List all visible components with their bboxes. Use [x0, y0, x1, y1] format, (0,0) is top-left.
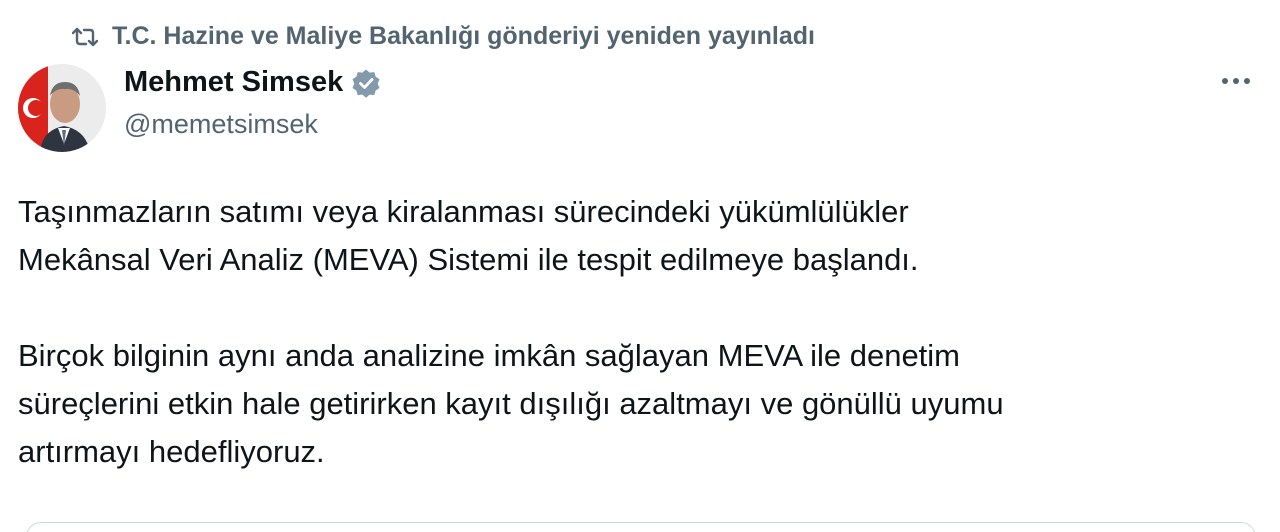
author-name[interactable]: Mehmet Simsek	[124, 66, 343, 99]
repost-text: T.C. Hazine ve Maliye Bakanlığı gönderiy…	[112, 22, 816, 50]
dot	[1244, 78, 1250, 84]
dot	[1233, 78, 1239, 84]
more-options-icon[interactable]	[1218, 74, 1254, 88]
repost-icon	[72, 26, 98, 48]
text-line: Birçok bilginin aynı anda analizine imkâ…	[18, 338, 961, 373]
dot	[1222, 78, 1228, 84]
text-line: süreçlerini etkin hale getirirken kayıt …	[18, 386, 1004, 421]
tweet[interactable]: T.C. Hazine ve Maliye Bakanlığı gönderiy…	[0, 0, 1280, 532]
verified-badge-icon	[351, 68, 381, 98]
tweet-text: Taşınmazların satımı veya kiralanması sü…	[18, 188, 1258, 476]
text-line: artırmayı hedefliyoruz.	[18, 434, 325, 469]
author-block: Mehmet Simsek @memetsimsek	[124, 66, 381, 140]
paragraph-2: Birçok bilginin aynı anda analizine imkâ…	[18, 332, 1258, 476]
media-card[interactable]	[26, 522, 1256, 532]
text-line: Mekânsal Veri Analiz (MEVA) Sistemi ile …	[18, 242, 919, 277]
paragraph-1: Taşınmazların satımı veya kiralanması sü…	[18, 188, 1258, 284]
author-handle[interactable]: @memetsimsek	[124, 109, 381, 140]
name-row: Mehmet Simsek	[124, 66, 381, 99]
repost-indicator[interactable]: T.C. Hazine ve Maliye Bakanlığı gönderiy…	[72, 22, 815, 51]
text-line: Taşınmazların satımı veya kiralanması sü…	[18, 194, 909, 229]
avatar[interactable]	[18, 64, 106, 152]
